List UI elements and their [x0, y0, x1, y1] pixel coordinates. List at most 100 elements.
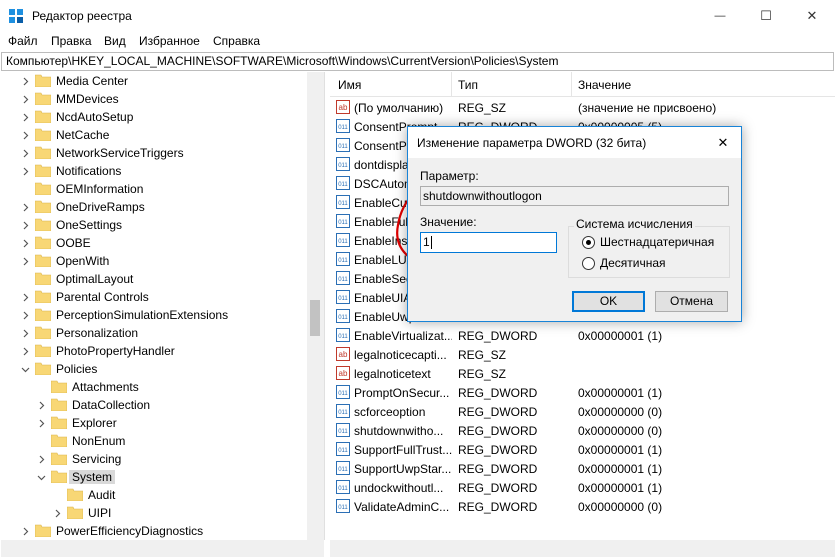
- tree-node[interactable]: NetworkServiceTriggers: [1, 144, 307, 162]
- address-bar[interactable]: Компьютер\HKEY_LOCAL_MACHINE\SOFTWARE\Mi…: [1, 52, 834, 71]
- radio-hexadecimal[interactable]: [582, 236, 595, 249]
- tree-vertical-scrollbar[interactable]: [307, 72, 324, 540]
- chevron-right-icon[interactable]: [21, 149, 30, 158]
- tree-node[interactable]: Personalization: [1, 324, 307, 342]
- folder-icon: [67, 506, 83, 519]
- table-row[interactable]: 011 shutdownwitho... REG_DWORD 0x00000000 (…: [330, 421, 835, 440]
- chevron-right-icon[interactable]: [21, 329, 30, 338]
- chevron-right-icon[interactable]: [21, 167, 30, 176]
- tree-node[interactable]: Policies: [1, 360, 307, 378]
- chevron-right-icon[interactable]: [21, 293, 30, 302]
- table-row[interactable]: 011 SupportUwpStar... REG_DWORD 0x00000001 …: [330, 459, 835, 478]
- folder-icon: [35, 218, 51, 231]
- svg-text:011: 011: [338, 201, 348, 207]
- chevron-right-icon[interactable]: [21, 239, 30, 248]
- table-row[interactable]: ab (По умолчанию) REG_SZ (значение не присв…: [330, 98, 835, 117]
- string-value-icon: ab: [336, 100, 350, 114]
- tree-node[interactable]: Notifications: [1, 162, 307, 180]
- chevron-right-icon[interactable]: [37, 455, 46, 464]
- table-row[interactable]: 011 scforceoption REG_DWORD 0x00000000 (0): [330, 402, 835, 421]
- tree-node[interactable]: MMDevices: [1, 90, 307, 108]
- tree-node[interactable]: Servicing: [1, 450, 307, 468]
- folder-icon: [67, 488, 83, 501]
- tree-node[interactable]: Media Center: [1, 72, 307, 90]
- tree-node[interactable]: OpenWith: [1, 252, 307, 270]
- tree-scroll-thumb[interactable]: [310, 300, 320, 336]
- tree-node-label: OptimalLayout: [56, 272, 134, 286]
- minimize-button[interactable]: —: [697, 0, 743, 31]
- tree-node[interactable]: OneSettings: [1, 216, 307, 234]
- table-row[interactable]: ab legalnoticetext REG_SZ: [330, 364, 835, 383]
- param-name-field: shutdownwithoutlogon: [420, 186, 729, 206]
- chevron-right-icon[interactable]: [21, 95, 30, 104]
- base-groupbox: [568, 226, 730, 278]
- chevron-right-icon[interactable]: [21, 131, 30, 140]
- column-type-header[interactable]: Тип: [458, 78, 478, 92]
- table-row[interactable]: 011 undockwithoutl... REG_DWORD 0x00000001 …: [330, 478, 835, 497]
- list-horizontal-scrollbar[interactable]: [330, 540, 835, 557]
- radio-hexadecimal-label[interactable]: Шестнадцатеричная: [600, 235, 714, 249]
- chevron-right-icon[interactable]: [37, 401, 46, 410]
- chevron-right-icon[interactable]: [21, 347, 30, 356]
- tree-node[interactable]: System: [1, 468, 307, 486]
- chevron-right-icon[interactable]: [21, 527, 30, 536]
- tree-node[interactable]: DataCollection: [1, 396, 307, 414]
- dialog-title-bar: Изменение параметра DWORD (32 бита) ✕: [408, 127, 741, 158]
- table-row[interactable]: 011 PromptOnSecur... REG_DWORD 0x00000001 (…: [330, 383, 835, 402]
- tree-node[interactable]: NetCache: [1, 126, 307, 144]
- tree-node[interactable]: Explorer: [1, 414, 307, 432]
- tree-node-label: Attachments: [72, 380, 139, 394]
- tree-node[interactable]: Attachments: [1, 378, 307, 396]
- table-row[interactable]: ab legalnoticecapti... REG_SZ: [330, 345, 835, 364]
- close-button[interactable]: ✕: [789, 0, 835, 31]
- tree-node[interactable]: PowerEfficiencyDiagnostics: [1, 522, 307, 540]
- chevron-right-icon[interactable]: [21, 221, 30, 230]
- menu-help[interactable]: Справка: [213, 34, 260, 48]
- table-row[interactable]: 011 ValidateAdminC... REG_DWORD 0x00000000 …: [330, 497, 835, 516]
- tree-node[interactable]: OEMInformation: [1, 180, 307, 198]
- column-name-header[interactable]: Имя: [338, 78, 361, 92]
- chevron-right-icon[interactable]: [21, 311, 30, 320]
- tree-node[interactable]: OptimalLayout: [1, 270, 307, 288]
- tree-node[interactable]: Parental Controls: [1, 288, 307, 306]
- menu-favorites[interactable]: Избранное: [139, 34, 200, 48]
- chevron-right-icon[interactable]: [21, 203, 30, 212]
- folder-icon: [51, 452, 67, 465]
- tree-node[interactable]: UIPI: [1, 504, 307, 522]
- tree-node[interactable]: NcdAutoSetup: [1, 108, 307, 126]
- chevron-right-icon[interactable]: [21, 257, 30, 266]
- dialog-close-button[interactable]: ✕: [711, 131, 735, 155]
- row-value: 0x00000001 (1): [578, 462, 663, 476]
- tree-node[interactable]: PerceptionSimulationExtensions: [1, 306, 307, 324]
- tree-node-label: PowerEfficiencyDiagnostics: [56, 524, 204, 538]
- tree-node[interactable]: NonEnum: [1, 432, 307, 450]
- value-input[interactable]: 1: [420, 232, 557, 253]
- tree-node[interactable]: PhotoPropertyHandler: [1, 342, 307, 360]
- radio-decimal[interactable]: [582, 257, 595, 270]
- tree-node[interactable]: OOBE: [1, 234, 307, 252]
- tree-node[interactable]: OneDriveRamps: [1, 198, 307, 216]
- cancel-button[interactable]: Отмена: [655, 291, 728, 312]
- table-row[interactable]: 011 EnableVirtualizat... REG_DWORD 0x000000…: [330, 326, 835, 345]
- value-label: Значение:: [420, 215, 477, 229]
- close-icon: ✕: [717, 135, 729, 150]
- menu-view[interactable]: Вид: [104, 34, 126, 48]
- svg-text:011: 011: [338, 163, 348, 169]
- table-row[interactable]: 011 SupportFullTrust... REG_DWORD 0x0000000…: [330, 440, 835, 459]
- chevron-right-icon[interactable]: [21, 77, 30, 86]
- chevron-down-icon[interactable]: [37, 473, 46, 482]
- menu-edit[interactable]: Правка: [51, 34, 92, 48]
- key-tree[interactable]: Media Center MMDevices NcdAutoSetup NetCach…: [1, 72, 325, 540]
- ok-button[interactable]: OK: [572, 291, 645, 312]
- maximize-button[interactable]: ☐: [743, 0, 789, 31]
- chevron-right-icon[interactable]: [53, 509, 62, 518]
- chevron-right-icon[interactable]: [37, 419, 46, 428]
- tree-node[interactable]: Audit: [1, 486, 307, 504]
- tree-horizontal-scrollbar[interactable]: [1, 540, 324, 557]
- chevron-down-icon[interactable]: [21, 365, 30, 374]
- svg-text:011: 011: [338, 182, 348, 188]
- chevron-right-icon[interactable]: [21, 113, 30, 122]
- column-value-header[interactable]: Значение: [578, 78, 631, 92]
- radio-decimal-label[interactable]: Десятичная: [600, 256, 666, 270]
- menu-file[interactable]: Файл: [8, 34, 38, 48]
